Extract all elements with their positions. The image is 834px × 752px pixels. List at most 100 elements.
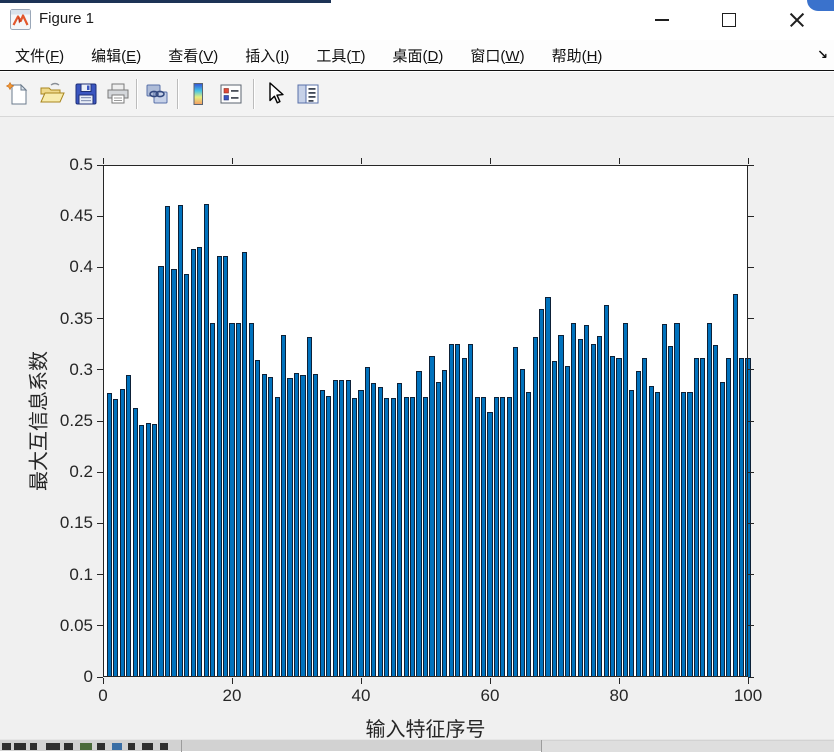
x-tick-label: 0 xyxy=(98,686,108,705)
tick-mark xyxy=(97,266,103,268)
y-tick-label: 0.35 xyxy=(59,308,93,328)
title-bar: Figure 1 xyxy=(0,0,834,40)
tick-mark xyxy=(748,215,754,217)
tick-mark xyxy=(748,676,754,678)
toolbar-separator xyxy=(253,79,255,109)
menu-file[interactable]: 文件(F) xyxy=(8,41,71,70)
tick-mark xyxy=(360,678,362,684)
x-axis-label: 输入特征序号 xyxy=(365,719,486,741)
background-window-icons xyxy=(160,743,168,750)
menu-bar: 文件(F) 编辑(E) 查看(V) 插入(I) 工具(T) 桌面(D) 窗口(W… xyxy=(0,40,834,71)
x-tick-label: 20 xyxy=(222,686,242,705)
menu-overflow-icon[interactable]: ↘ xyxy=(817,47,828,63)
print-button[interactable] xyxy=(102,78,134,110)
tick-mark xyxy=(97,625,103,627)
background-window-icons xyxy=(80,743,92,750)
print-icon xyxy=(107,83,129,104)
tick-mark xyxy=(747,158,749,164)
matlab-figure-icon xyxy=(10,9,31,30)
y-tick-label: 0.5 xyxy=(69,155,93,174)
toolbar-separator xyxy=(177,79,179,109)
background-taskbar xyxy=(0,739,834,752)
edit-plot-button[interactable] xyxy=(258,78,290,110)
y-tick-label: 0.1 xyxy=(69,564,93,584)
close-icon xyxy=(789,12,805,28)
new-figure-button[interactable] xyxy=(2,78,34,110)
menu-desktop[interactable]: 桌面(D) xyxy=(386,41,451,70)
menu-window[interactable]: 窗口(W) xyxy=(463,41,531,70)
maximize-icon xyxy=(722,13,736,27)
background-window-edge xyxy=(0,0,331,3)
x-tick-label: 40 xyxy=(351,686,371,705)
minimize-button[interactable] xyxy=(638,0,686,40)
y-axis-label: 最大互信息系数 xyxy=(28,351,51,491)
menu-help[interactable]: 帮助(H) xyxy=(545,41,610,70)
tick-mark xyxy=(97,420,103,422)
x-tick-label: 60 xyxy=(480,686,500,705)
tick-mark xyxy=(231,678,233,684)
background-window-pane xyxy=(541,741,834,752)
tick-mark xyxy=(97,318,103,320)
figure-toolbar xyxy=(0,72,834,117)
tick-mark xyxy=(747,678,749,684)
window-title: Figure 1 xyxy=(39,10,95,27)
tick-mark xyxy=(748,574,754,576)
tick-mark xyxy=(748,522,754,524)
background-window-icons xyxy=(2,743,11,750)
tick-mark xyxy=(748,164,754,166)
tick-mark xyxy=(748,318,754,320)
tick-mark xyxy=(748,471,754,473)
open-file-button[interactable] xyxy=(36,78,68,110)
x-tick-label: 80 xyxy=(609,686,629,705)
maximize-button[interactable] xyxy=(705,0,753,40)
background-window-icons xyxy=(46,743,60,750)
background-window-divider xyxy=(181,740,182,752)
tick-mark xyxy=(489,678,491,684)
tick-mark xyxy=(748,369,754,371)
tick-mark xyxy=(97,369,103,371)
insert-colorbar-icon xyxy=(193,83,203,105)
tick-mark xyxy=(360,158,362,164)
background-window-icons xyxy=(97,743,105,750)
menu-edit[interactable]: 编辑(E) xyxy=(84,41,148,70)
y-tick-label: 0.15 xyxy=(59,513,93,533)
background-window-icons xyxy=(142,743,153,750)
menu-view[interactable]: 查看(V) xyxy=(161,41,225,70)
link-plot-button[interactable] xyxy=(141,78,173,110)
background-window-icons xyxy=(64,743,73,750)
insert-colorbar-button[interactable] xyxy=(182,78,214,110)
y-tick-label: 0.4 xyxy=(69,257,93,277)
x-tick-label: 100 xyxy=(733,686,763,705)
tick-mark xyxy=(102,158,104,164)
open-file-icon xyxy=(40,82,65,103)
y-tick-label: 0 xyxy=(83,667,93,686)
tick-mark xyxy=(748,625,754,627)
tick-mark xyxy=(489,158,491,164)
background-window-icons xyxy=(112,743,122,750)
insert-legend-icon xyxy=(220,84,242,104)
minimize-icon xyxy=(655,19,669,21)
tick-mark xyxy=(97,471,103,473)
property-inspector-icon xyxy=(297,84,319,104)
axes-frame xyxy=(103,165,748,677)
tick-mark xyxy=(97,215,103,217)
new-figure-icon xyxy=(5,81,28,105)
tick-mark xyxy=(231,158,233,164)
edit-plot-icon xyxy=(269,82,284,104)
background-window-divider xyxy=(541,740,542,752)
tick-mark xyxy=(618,678,620,684)
tick-mark xyxy=(97,522,103,524)
tick-mark xyxy=(102,678,104,684)
background-window-icons xyxy=(30,743,37,750)
menu-tools[interactable]: 工具(T) xyxy=(309,41,372,70)
menu-insert[interactable]: 插入(I) xyxy=(238,41,296,70)
tick-mark xyxy=(748,266,754,268)
tick-mark xyxy=(97,574,103,576)
y-tick-label: 0.05 xyxy=(59,615,93,635)
save-figure-button[interactable] xyxy=(70,78,102,110)
tick-mark xyxy=(748,420,754,422)
property-inspector-button[interactable] xyxy=(292,78,324,110)
background-window-icons xyxy=(14,743,26,750)
tick-mark xyxy=(618,158,620,164)
insert-legend-button[interactable] xyxy=(215,78,247,110)
